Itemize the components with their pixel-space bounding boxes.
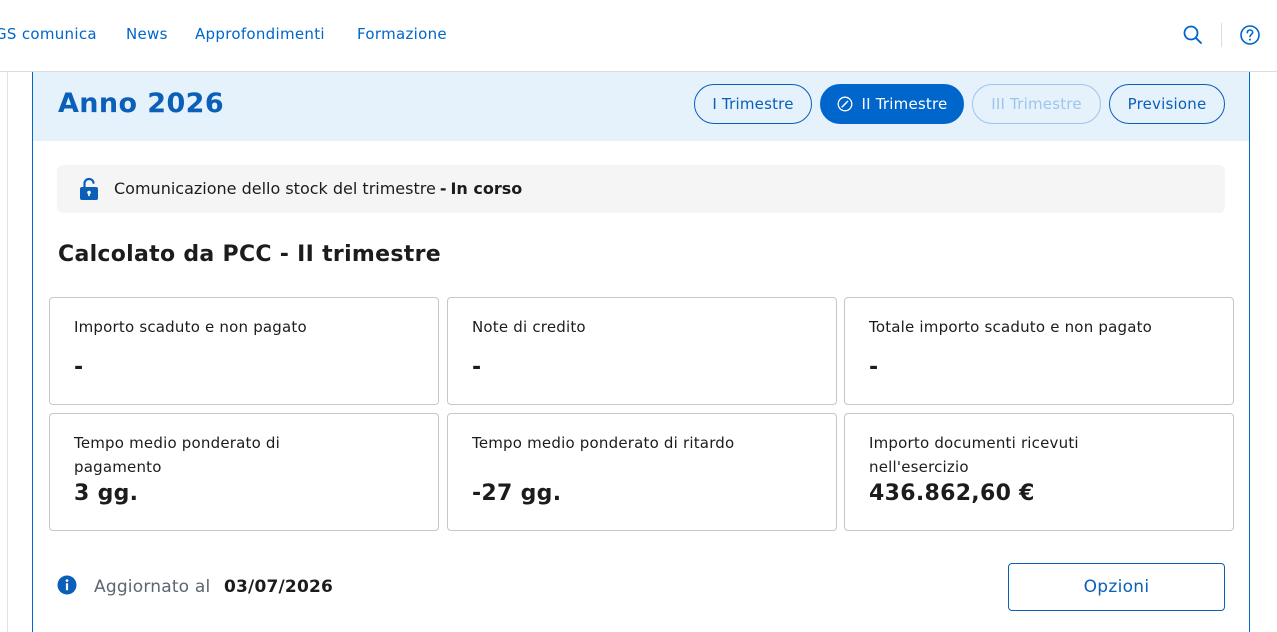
page-left-border (7, 72, 8, 632)
nav-link-approfondimenti[interactable]: Approfondimenti (195, 25, 325, 43)
updated-date: 03/07/2026 (224, 577, 334, 597)
metric-tempo-medio-ritardo: Tempo medio ponderato di ritardo -27 gg. (447, 413, 837, 531)
metric-importo-documenti-ricevuti: Importo documenti ricevuti nell'esercizi… (844, 413, 1234, 531)
status-text: Comunicazione dello stock del trimestre -… (114, 179, 522, 198)
nav-link-news[interactable]: News (126, 25, 168, 43)
metric-label: Tempo medio ponderato di ritardo (472, 434, 735, 452)
nav-divider (1221, 23, 1222, 47)
metric-tempo-medio-pagamento: Tempo medio ponderato di pagamento 3 gg. (49, 413, 439, 531)
top-navigation: GS comunica News Approfondimenti Formazi… (0, 0, 1277, 72)
status-notice: Comunicazione dello stock del trimestre -… (57, 165, 1225, 213)
tab-label: III Trimestre (991, 95, 1082, 113)
metric-importo-scaduto: Importo scaduto e non pagato - (49, 297, 439, 405)
tab-iii-trimestre: III Trimestre (972, 84, 1101, 124)
tab-label: II Trimestre (861, 95, 948, 113)
edit-circle-icon (837, 96, 853, 112)
search-icon[interactable] (1182, 24, 1204, 46)
metric-totale-importo-scaduto: Totale importo scaduto e non pagato - (844, 297, 1234, 405)
tab-label: I Trimestre (712, 95, 794, 113)
section-title: Calcolato da PCC - II trimestre (58, 242, 441, 267)
metric-value: 3 gg. (74, 481, 139, 506)
metric-value: - (869, 355, 879, 380)
metric-label: Note di credito (472, 318, 586, 336)
options-button-label: Opzioni (1083, 577, 1150, 597)
updated-label: Aggiornato al (94, 577, 211, 597)
info-circle-icon (57, 575, 77, 595)
metric-value: 436.862,60 € (869, 481, 1035, 506)
nav-link-gs-comunica[interactable]: GS comunica (0, 25, 97, 43)
tab-i-trimestre[interactable]: I Trimestre (694, 84, 812, 124)
metric-note-di-credito: Note di credito - (447, 297, 837, 405)
tab-label: Previsione (1127, 95, 1207, 113)
metric-label: Totale importo scaduto e non pagato (869, 318, 1153, 336)
quarter-card: Anno 2026 I Trimestre II Trimestre III T… (32, 72, 1250, 632)
status-state: In corso (450, 179, 523, 198)
card-header: Anno 2026 I Trimestre II Trimestre III T… (33, 72, 1249, 141)
tab-ii-trimestre[interactable]: II Trimestre (820, 84, 964, 124)
metric-label: Tempo medio ponderato di pagamento (74, 434, 281, 476)
metric-label: Importo documenti ricevuti nell'esercizi… (869, 434, 1079, 476)
tab-previsione[interactable]: Previsione (1109, 84, 1225, 124)
nav-link-formazione[interactable]: Formazione (357, 25, 447, 43)
help-circle-icon[interactable] (1239, 24, 1261, 46)
year-title: Anno 2026 (58, 88, 225, 119)
metric-value: - (472, 355, 482, 380)
metric-value: - (74, 355, 84, 380)
metric-value: -27 gg. (472, 481, 562, 506)
status-message: Comunicazione dello stock del trimestre (114, 179, 436, 198)
options-button[interactable]: Opzioni (1008, 563, 1225, 611)
lock-open-icon (79, 177, 99, 201)
status-separator: - (439, 179, 447, 198)
metric-label: Importo scaduto e non pagato (74, 318, 307, 336)
